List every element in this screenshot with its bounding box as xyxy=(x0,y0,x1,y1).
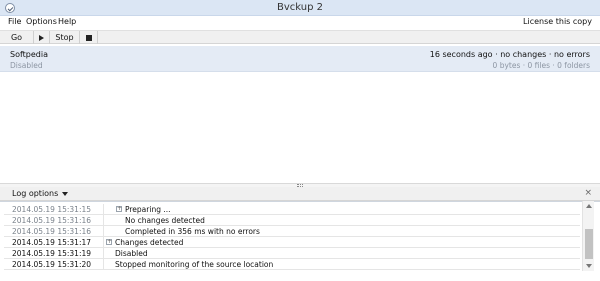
job-row[interactable]: Softpedia Disabled 16 seconds ago · no c… xyxy=(0,46,600,72)
log-entry[interactable]: 2014.05.19 15:31:15 + Preparing ... xyxy=(4,204,580,215)
stop-button[interactable]: Stop xyxy=(50,31,80,44)
stop-button-label: Stop xyxy=(55,33,74,42)
scrollbar-thumb[interactable] xyxy=(585,229,593,259)
column-divider xyxy=(103,248,104,259)
log-timestamp: 2014.05.19 15:31:16 xyxy=(12,227,92,236)
log-entry[interactable]: 2014.05.19 15:31:17 + Changes detected xyxy=(4,237,580,248)
stop-icon xyxy=(85,34,92,41)
stop-square-button[interactable] xyxy=(80,31,98,44)
menu-file[interactable]: File xyxy=(8,17,21,26)
job-list: Softpedia Disabled 16 seconds ago · no c… xyxy=(0,44,600,184)
play-icon xyxy=(39,34,44,41)
menu-options[interactable]: Options xyxy=(26,17,57,26)
log-timestamp: 2014.05.19 15:31:15 xyxy=(12,205,92,214)
log-entry[interactable]: 2014.05.19 15:31:16 No changes detected xyxy=(4,215,580,226)
log-entry[interactable]: 2014.05.19 15:31:16 Completed in 356 ms … xyxy=(4,226,580,237)
log-message: Completed in 356 ms with no errors xyxy=(125,227,260,236)
scroll-up-icon[interactable] xyxy=(586,204,592,208)
expand-icon[interactable]: + xyxy=(116,206,122,212)
log-message: Preparing ... xyxy=(125,205,171,214)
scroll-down-icon[interactable] xyxy=(586,264,592,268)
column-divider xyxy=(103,259,104,270)
column-divider xyxy=(103,204,104,215)
play-button[interactable] xyxy=(34,31,50,44)
log-timestamp: 2014.05.19 15:31:16 xyxy=(12,216,92,225)
go-button-label: Go xyxy=(10,33,23,42)
menu-bar: File Options Help License this copy xyxy=(0,16,600,30)
toolbar: Go Stop xyxy=(0,30,600,44)
log-message: No changes detected xyxy=(125,216,205,225)
log-scrollbar[interactable] xyxy=(582,201,594,271)
log-message: Changes detected xyxy=(115,238,184,247)
log-message: Disabled xyxy=(115,249,148,258)
log-message: Stopped monitoring of the source locatio… xyxy=(115,260,274,269)
license-link[interactable]: License this copy xyxy=(523,17,592,26)
log-timestamp: 2014.05.19 15:31:17 xyxy=(12,238,92,247)
job-status: 16 seconds ago · no changes · no errors xyxy=(429,50,590,59)
job-name: Softpedia xyxy=(10,50,48,59)
log-timestamp: 2014.05.19 15:31:20 xyxy=(12,260,92,269)
log-entry[interactable]: 2014.05.19 15:31:19 Disabled xyxy=(4,248,580,259)
window-title: Bvckup 2 xyxy=(277,2,323,13)
log-header: Log options × xyxy=(0,187,600,201)
log-options-dropdown[interactable]: Log options xyxy=(12,189,69,198)
title-bar: Bvckup 2 xyxy=(0,0,600,16)
column-divider xyxy=(103,226,104,237)
job-counts: 0 bytes · 0 files · 0 folders xyxy=(492,61,590,70)
go-button[interactable]: Go xyxy=(0,31,34,44)
column-divider xyxy=(103,215,104,226)
log-timestamp: 2014.05.19 15:31:19 xyxy=(12,249,92,258)
expand-icon[interactable]: + xyxy=(106,239,112,245)
close-icon[interactable]: × xyxy=(584,188,592,198)
log-list: 2014.05.19 15:31:15 + Preparing ... 2014… xyxy=(0,201,600,281)
column-divider xyxy=(103,237,104,248)
menu-help[interactable]: Help xyxy=(58,17,76,26)
log-options-label: Log options xyxy=(12,189,59,198)
job-state: Disabled xyxy=(10,61,43,70)
log-entry[interactable]: 2014.05.19 15:31:20 Stopped monitoring o… xyxy=(4,259,580,270)
chevron-down-icon xyxy=(62,191,69,196)
